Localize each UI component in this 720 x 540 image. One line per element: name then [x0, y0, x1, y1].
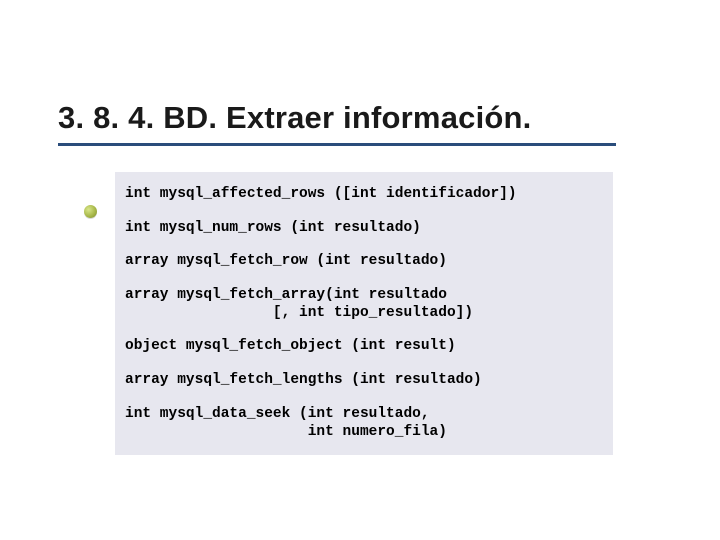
code-box: int mysql_affected_rows ([int identifica…	[115, 172, 613, 455]
code-line: array mysql_fetch_array(int resultado [,…	[125, 287, 603, 322]
slide-title: 3. 8. 4. BD. Extraer información.	[58, 100, 531, 136]
code-line: int mysql_data_seek (int resultado, int …	[125, 406, 603, 441]
code-line: array mysql_fetch_row (int resultado)	[125, 253, 603, 271]
slide: 3. 8. 4. BD. Extraer información. int my…	[0, 0, 720, 540]
bullet-icon	[84, 205, 97, 218]
title-underline	[58, 143, 616, 146]
code-line: int mysql_num_rows (int resultado)	[125, 220, 603, 238]
code-line: object mysql_fetch_object (int result)	[125, 338, 603, 356]
code-line: int mysql_affected_rows ([int identifica…	[125, 186, 603, 204]
code-line: array mysql_fetch_lengths (int resultado…	[125, 372, 603, 390]
